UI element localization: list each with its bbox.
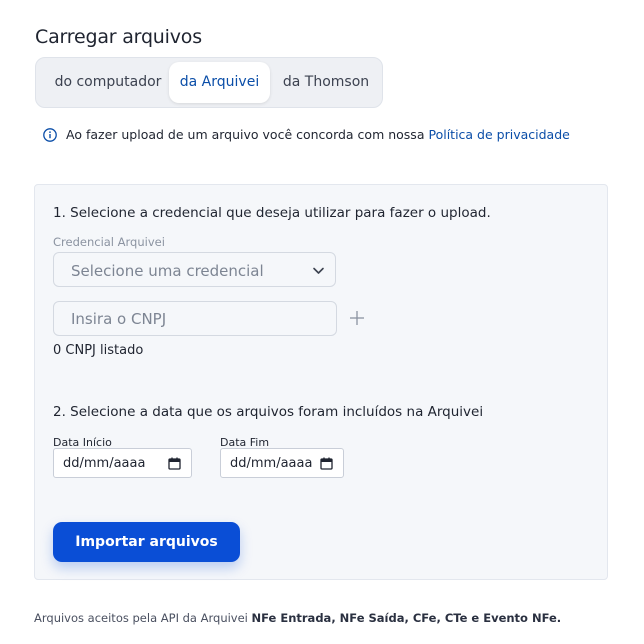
add-cnpj-plus-icon[interactable]	[349, 310, 365, 326]
calendar-icon[interactable]	[320, 457, 333, 470]
cnpj-input[interactable]	[53, 301, 337, 336]
tab-computer[interactable]: do computador	[46, 62, 170, 103]
step2-heading: 2. Selecione a data que os arquivos fora…	[53, 404, 484, 420]
step1-heading: 1. Selecione a credencial que deseja uti…	[53, 205, 491, 221]
privacy-policy-link[interactable]: Política de privacidade	[428, 127, 569, 142]
end-date-input[interactable]: dd/mm/aaaa	[220, 448, 344, 478]
accepted-files-footer: Arquivos aceitos pela API da Arquivei NF…	[34, 611, 561, 625]
calendar-icon[interactable]	[168, 457, 181, 470]
footer-prefix: Arquivos aceitos pela API da Arquivei	[34, 611, 248, 625]
start-date-input[interactable]: dd/mm/aaaa	[53, 448, 192, 478]
privacy-notice: Ao fazer upload de um arquivo você conco…	[43, 127, 570, 142]
info-icon	[43, 127, 57, 142]
import-files-button[interactable]: Importar arquivos	[53, 522, 240, 562]
end-date-value: dd/mm/aaaa	[230, 456, 313, 471]
tab-thomson[interactable]: da Thomson	[276, 62, 376, 103]
notice-text: Ao fazer upload de um arquivo você conco…	[66, 127, 425, 142]
source-tabs: do computador da Arquivei da Thomson	[35, 57, 383, 108]
credential-label: Credencial Arquivei	[53, 235, 165, 249]
tab-arquivei[interactable]: da Arquivei	[169, 62, 270, 103]
credential-select-value: Selecione uma credencial	[71, 262, 264, 280]
chevron-down-icon	[313, 267, 324, 274]
cnpj-listed-count: 0 CNPJ listado	[53, 343, 144, 358]
footer-file-types: NFe Entrada, NFe Saída, CFe, CTe e Event…	[251, 611, 562, 625]
page-title: Carregar arquivos	[35, 26, 202, 48]
start-date-value: dd/mm/aaaa	[63, 456, 146, 471]
credential-select[interactable]: Selecione uma credencial	[53, 252, 336, 287]
